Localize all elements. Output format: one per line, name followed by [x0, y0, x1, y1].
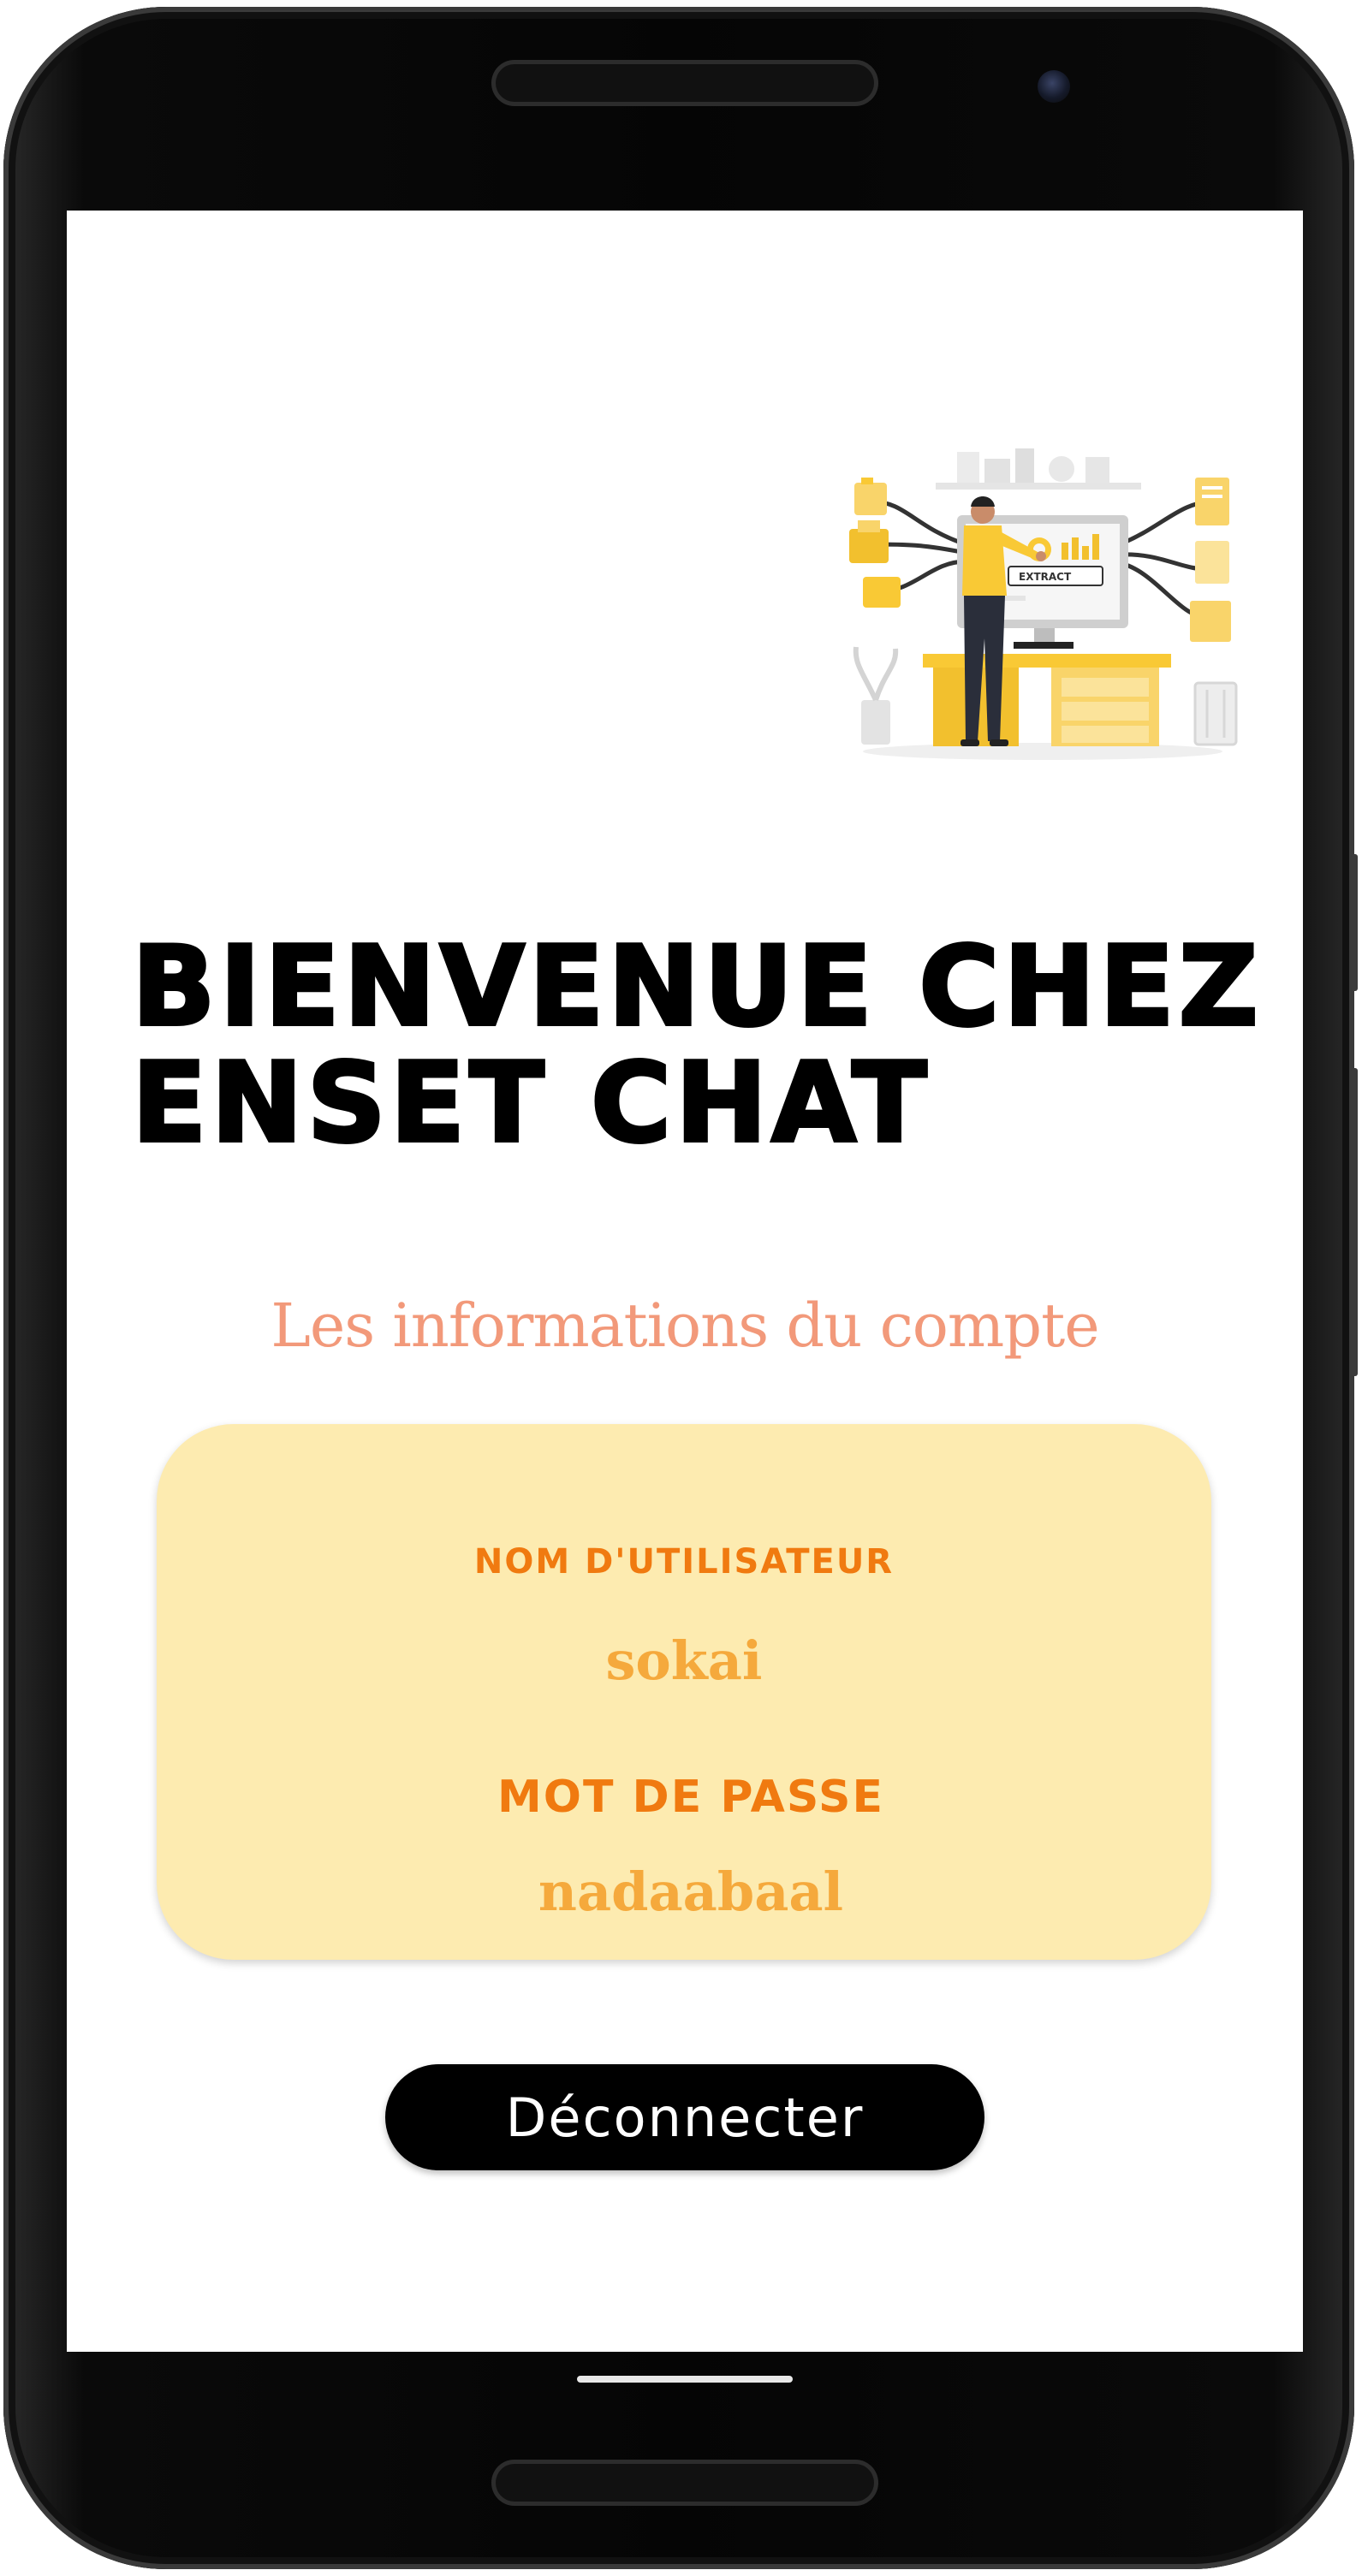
username-label: NOM D'UTILISATEUR	[473, 1542, 895, 1582]
svg-text:EXTRACT: EXTRACT	[1019, 571, 1072, 583]
phone-frame: EXTRACT BIENVENUE CHEZ ENSET CHAT Les in…	[3, 7, 1358, 2569]
front-camera	[1038, 70, 1070, 103]
app-screen: EXTRACT BIENVENUE CHEZ ENSET CHAT Les in…	[67, 211, 1303, 2352]
logout-button[interactable]: Déconnecter	[385, 2064, 984, 2170]
volume-button	[1351, 854, 1358, 991]
username-value: sokai	[605, 1629, 763, 1692]
welcome-title: BIENVENUE CHEZ ENSET CHAT	[130, 923, 1279, 1167]
welcome-line-2: ENSET CHAT	[130, 1040, 931, 1167]
bottom-speaker	[491, 2460, 878, 2506]
home-indicator[interactable]	[577, 2376, 793, 2383]
password-value: nadaabaal	[538, 1861, 844, 1923]
power-button	[1351, 1068, 1358, 1376]
data-extract-illustration: EXTRACT	[849, 448, 1238, 760]
top-speaker	[491, 60, 878, 106]
account-info-title: Les informations du compte	[271, 1291, 1099, 1361]
password-label: MOT DE PASSE	[497, 1772, 884, 1823]
account-info-card: NOM D'UTILISATEUR sokai MOT DE PASSE nad…	[157, 1424, 1211, 1960]
welcome-line-1: BIENVENUE CHEZ	[130, 923, 1263, 1051]
